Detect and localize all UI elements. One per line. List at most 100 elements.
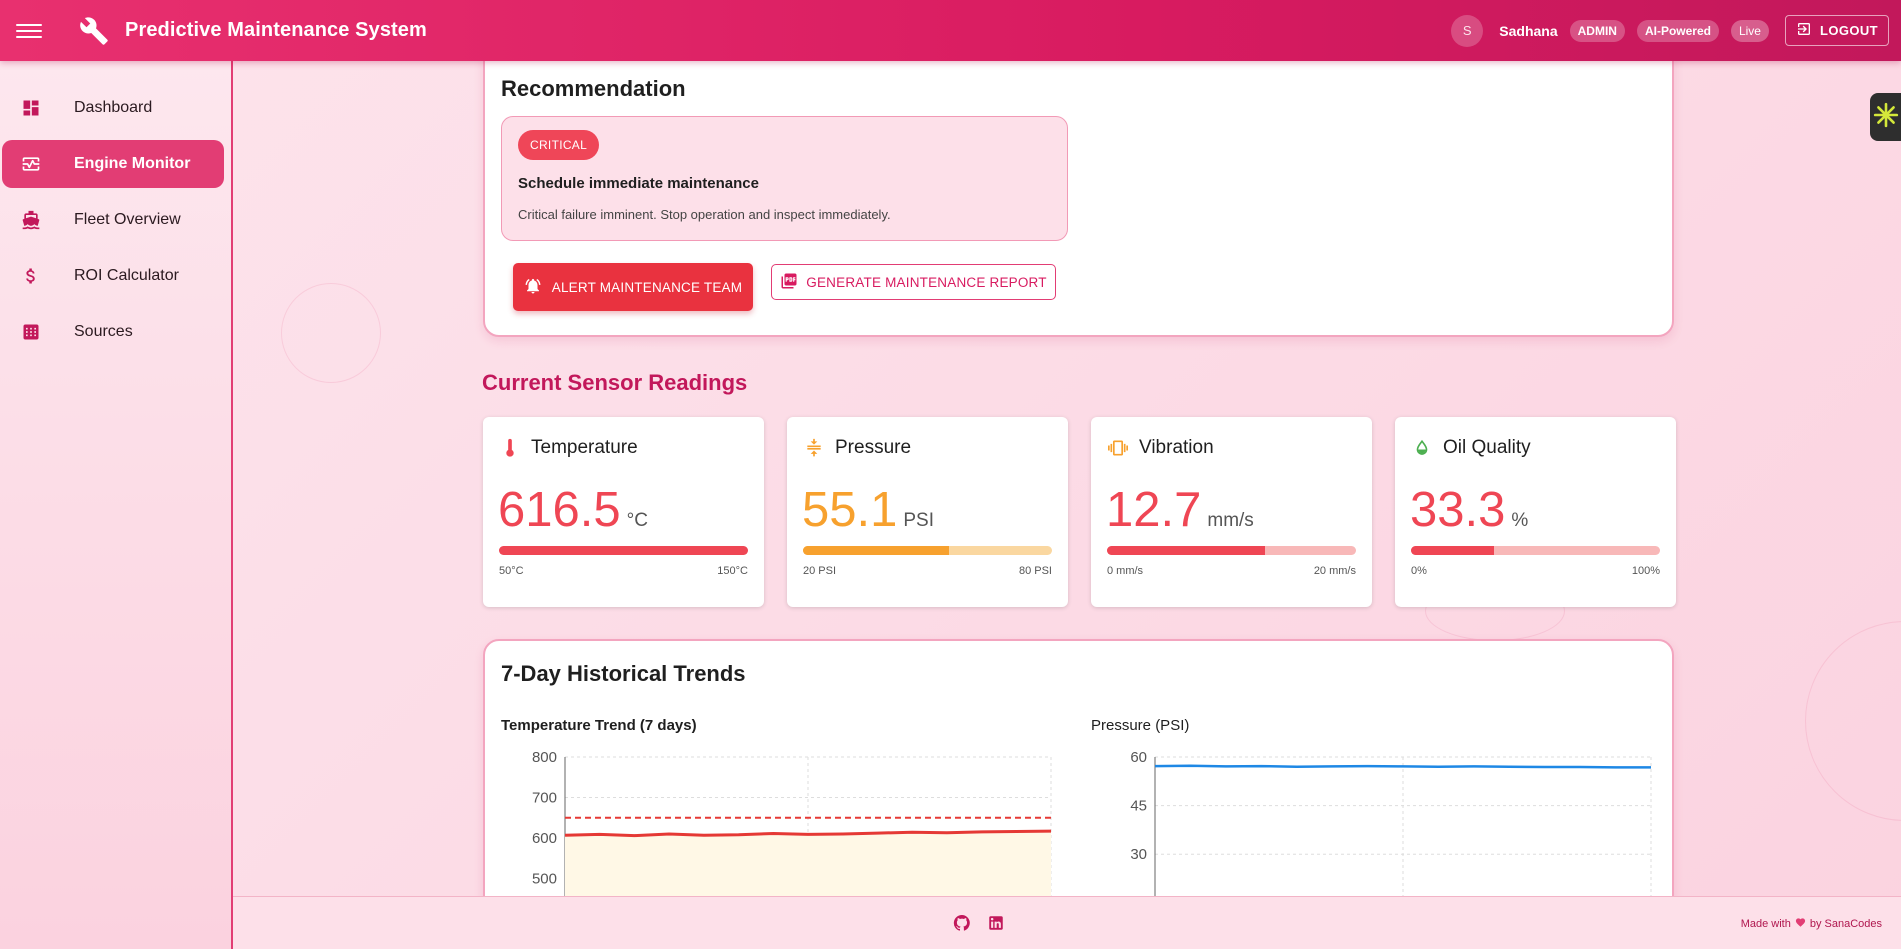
y-tick-label: 700 xyxy=(532,790,557,807)
sensor-min-label: 50°C xyxy=(499,565,524,577)
sensor-unit: PSI xyxy=(903,510,934,531)
recommendation-box: CRITICAL Schedule immediate maintenance … xyxy=(501,116,1068,241)
floating-widget[interactable] xyxy=(1870,93,1901,141)
logout-button[interactable]: LOGOUT xyxy=(1784,15,1889,46)
sensor-name: Pressure xyxy=(835,437,912,458)
sidebar-item-label: Engine Monitor xyxy=(74,155,191,172)
alert-maintenance-label: ALERT MAINTENANCE TEAM xyxy=(551,279,743,295)
pdf-icon xyxy=(780,272,798,293)
oil-drop-icon xyxy=(1411,437,1433,459)
y-tick-label: 30 xyxy=(1130,846,1147,863)
footer-made-with: Made with xyxy=(1740,918,1791,930)
sensor-unit: °C xyxy=(626,510,648,531)
series-area xyxy=(565,831,1051,896)
y-tick-label: 60 xyxy=(1130,749,1147,766)
y-tick-label: 600 xyxy=(532,830,557,847)
recommendation-card: Recommendation CRITICAL Schedule immedia… xyxy=(483,61,1674,337)
sensor-max-label: 20 mm/s xyxy=(1313,565,1356,577)
recommendation-text: Critical failure imminent. Stop operatio… xyxy=(518,207,891,222)
pressure-chart-title: Pressure (PSI) xyxy=(1091,717,1190,734)
sensor-progress-fill xyxy=(803,546,949,555)
sidebar-item-label: Dashboard xyxy=(74,99,153,116)
sensor-value: 55.1 xyxy=(802,483,898,537)
severity-badge: CRITICAL xyxy=(518,130,600,160)
y-tick-label: 500 xyxy=(532,871,557,888)
dashboard-icon xyxy=(20,97,42,119)
alert-maintenance-button[interactable]: ALERT MAINTENANCE TEAM xyxy=(513,263,753,311)
background-decoration xyxy=(281,283,381,383)
sidebar-item-label: ROI Calculator xyxy=(74,267,179,284)
sidebar-item-fleet-overview[interactable]: Fleet Overview xyxy=(2,196,224,244)
sensor-name: Vibration xyxy=(1139,437,1214,458)
footer-credit: Made with by SanaCodes xyxy=(1741,917,1882,931)
sensor-card-temperature: Temperature 616.5 °C 50°C 150°C xyxy=(483,417,764,607)
y-tick-label: 800 xyxy=(532,749,557,766)
alarm-bell-icon xyxy=(524,277,542,298)
historical-trends-card: 7-Day Historical Trends Temperature Tren… xyxy=(483,639,1674,896)
ship-icon xyxy=(20,209,42,231)
linkedin-icon[interactable] xyxy=(987,914,1005,937)
heart-icon xyxy=(1795,917,1806,931)
compress-icon xyxy=(803,437,825,459)
sidebar-item-label: Sources xyxy=(74,323,133,340)
role-badge: ADMIN xyxy=(1569,19,1625,42)
generate-report-button[interactable]: GENERATE MAINTENANCE REPORT xyxy=(771,264,1056,300)
asterisk-icon xyxy=(1873,102,1899,133)
sensor-unit: mm/s xyxy=(1207,510,1254,531)
sensor-value: 33.3 xyxy=(1410,483,1506,537)
sensor-progress-fill xyxy=(499,546,748,555)
sidebar-item-engine-monitor[interactable]: Engine Monitor xyxy=(2,140,224,188)
sensor-card-oil-quality: Oil Quality 33.3 % 0% 100% xyxy=(1395,417,1676,607)
app-bar: Predictive Maintenance System S Sadhana … xyxy=(0,0,1901,61)
sensor-progress-bar xyxy=(1411,546,1660,555)
sensor-unit: % xyxy=(1511,510,1529,531)
sensor-card-pressure: Pressure 55.1 PSI 20 PSI 80 PSI xyxy=(787,417,1068,607)
sensor-value: 616.5 xyxy=(498,483,621,537)
logout-label: LOGOUT xyxy=(1819,23,1878,38)
sidebar: Dashboard Engine Monitor Fleet Overview … xyxy=(0,61,233,949)
sensor-min-label: 0 mm/s xyxy=(1107,565,1144,577)
ai-badge: AI-Powered xyxy=(1636,19,1719,42)
thermometer-icon xyxy=(499,437,521,459)
sidebar-item-label: Fleet Overview xyxy=(74,211,181,228)
recommendation-title: Recommendation xyxy=(501,76,686,101)
sensor-progress-bar xyxy=(1107,546,1356,555)
github-icon[interactable] xyxy=(953,914,971,937)
series-line xyxy=(1154,764,1651,769)
monitor-heart-icon xyxy=(20,153,42,175)
vibration-icon xyxy=(1107,437,1129,459)
sensor-section-title: Current Sensor Readings xyxy=(482,370,748,395)
pressure-trend-chart: 60453015 xyxy=(1130,749,1652,896)
temperature-chart-title: Temperature Trend (7 days) xyxy=(501,717,697,734)
sensor-progress-bar xyxy=(803,546,1052,555)
temperature-trend-chart: 800 700 600 500 xyxy=(532,749,1052,896)
app-title: Predictive Maintenance System xyxy=(125,19,427,41)
main-content[interactable]: Recommendation CRITICAL Schedule immedia… xyxy=(235,61,1901,896)
live-badge: Live xyxy=(1730,19,1769,42)
sensor-name: Temperature xyxy=(531,437,638,458)
sensor-min-label: 20 PSI xyxy=(803,565,837,577)
sensor-progress-fill xyxy=(1107,546,1266,555)
trends-title: 7-Day Historical Trends xyxy=(501,661,746,686)
sidebar-item-roi-calculator[interactable]: ROI Calculator xyxy=(2,252,224,300)
sensor-max-label: 100% xyxy=(1631,565,1660,577)
y-tick-label: 45 xyxy=(1130,798,1147,815)
footer: Made with by SanaCodes xyxy=(233,896,1901,949)
sidebar-item-sources[interactable]: Sources xyxy=(2,308,224,356)
background-decoration xyxy=(1805,621,1901,821)
wrench-icon xyxy=(77,14,111,48)
footer-author: by SanaCodes xyxy=(1809,918,1882,930)
recommendation-heading: Schedule immediate maintenance xyxy=(518,175,759,192)
avatar[interactable]: S xyxy=(1451,14,1484,47)
dollar-icon xyxy=(20,265,42,287)
sensor-min-label: 0% xyxy=(1411,565,1427,577)
apps-icon xyxy=(20,321,42,343)
sensor-max-label: 80 PSI xyxy=(1018,565,1052,577)
sidebar-item-dashboard[interactable]: Dashboard xyxy=(2,84,224,132)
menu-icon[interactable] xyxy=(16,23,42,38)
logout-icon xyxy=(1796,21,1812,40)
generate-report-label: GENERATE MAINTENANCE REPORT xyxy=(806,274,1047,290)
sensor-name: Oil Quality xyxy=(1443,437,1531,458)
sensor-progress-bar xyxy=(499,546,748,555)
sensor-progress-fill xyxy=(1411,546,1494,555)
